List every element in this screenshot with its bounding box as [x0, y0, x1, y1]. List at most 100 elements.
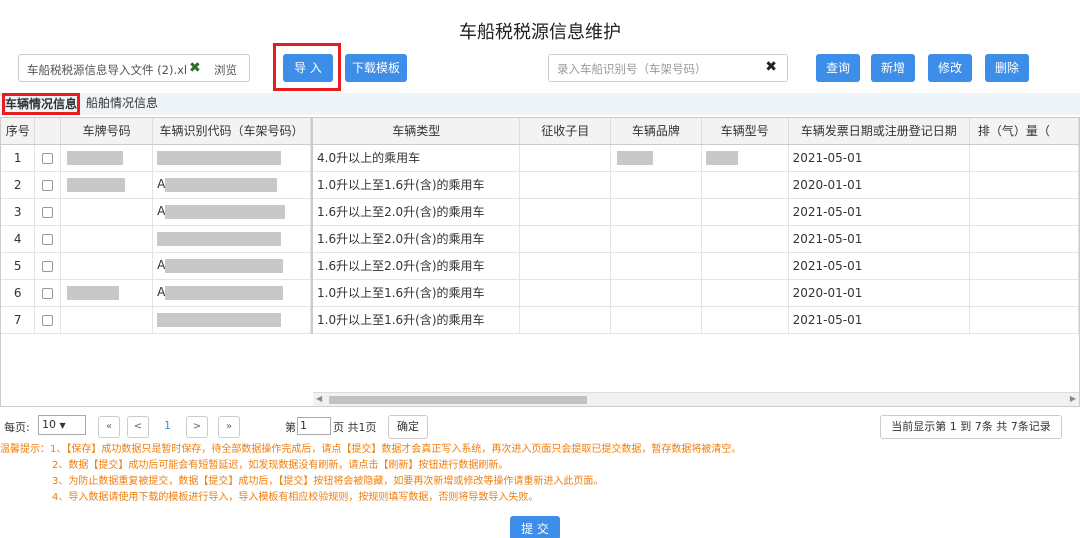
scrollbar-thumb[interactable] — [329, 396, 587, 404]
row-vin: A — [152, 279, 311, 307]
table-row[interactable]: 4.0升以上的乘用车 2021-05-01 — [313, 144, 1079, 172]
table-row[interactable]: 1.0升以上至1.6升(含)的乘用车 2020-01-01 — [313, 279, 1079, 307]
redacted-block — [165, 177, 278, 192]
redacted-block — [705, 150, 738, 165]
table-row[interactable]: 2A — [1, 171, 311, 199]
table-row[interactable]: 1.0升以上至1.6升(含)的乘用车 2020-01-01 — [313, 171, 1079, 199]
table-row[interactable]: 1.0升以上至1.6升(含)的乘用车 2021-05-01 — [313, 306, 1079, 334]
clear-search-icon[interactable]: ✖ — [765, 59, 777, 75]
table-row[interactable]: 7 — [1, 306, 311, 334]
row-date: 2020-01-01 — [788, 171, 970, 199]
row-select[interactable] — [34, 252, 62, 280]
header-plate[interactable]: 车牌号码 — [60, 118, 154, 145]
row-seq: 4 — [1, 225, 36, 253]
row-tax-item — [519, 306, 612, 334]
header-model[interactable]: 车辆型号 — [701, 118, 789, 145]
redacted-block — [165, 285, 284, 300]
vin-prefix: A — [157, 285, 166, 300]
page-size-select[interactable]: 10 ▼ — [38, 415, 86, 435]
query-button[interactable]: 查询 — [816, 54, 860, 82]
scroll-right-arrow-icon[interactable]: ▶ — [1070, 394, 1076, 403]
horizontal-scrollbar[interactable]: ◀ ▶ — [313, 392, 1079, 406]
row-checkbox[interactable] — [42, 152, 54, 164]
tab-bar: 车辆情况信息 船舶情况信息 — [0, 93, 1080, 115]
table-row[interactable]: 1.6升以上至2.0升(含)的乘用车 2021-05-01 — [313, 198, 1079, 226]
row-checkbox[interactable] — [42, 233, 54, 245]
row-displacement — [969, 198, 1079, 226]
edit-button[interactable]: 修改 — [928, 54, 972, 82]
redacted-block — [157, 150, 282, 165]
table-row[interactable]: 6A — [1, 279, 311, 307]
chevron-down-icon: ▼ — [59, 421, 66, 430]
row-checkbox[interactable] — [42, 206, 54, 218]
vin-search-input[interactable] — [557, 60, 757, 77]
table-row[interactable]: 3A — [1, 198, 311, 226]
first-page-button[interactable]: « — [98, 416, 120, 438]
row-plate — [60, 306, 154, 334]
header-brand[interactable]: 车辆品牌 — [610, 118, 702, 145]
row-model — [701, 225, 789, 253]
header-tax-item[interactable]: 征收子目 — [519, 118, 612, 145]
last-page-button[interactable]: » — [218, 416, 240, 438]
table-row[interactable]: 1.6升以上至2.0升(含)的乘用车 2021-05-01 — [313, 225, 1079, 253]
row-select[interactable] — [34, 306, 62, 334]
table-row[interactable]: 5A — [1, 252, 311, 280]
row-vehicle-type: 1.6升以上至2.0升(含)的乘用车 — [313, 225, 521, 253]
row-tax-item — [519, 279, 612, 307]
header-displacement[interactable]: 排（气）量（ — [969, 118, 1079, 145]
tab-vehicle-info[interactable]: 车辆情况信息 — [2, 93, 80, 115]
header-vin[interactable]: 车辆识别代码（车架号码） — [152, 118, 311, 145]
import-file-field[interactable]: 车船税税源信息导入文件 (2).xl ✖ 浏览 — [18, 54, 250, 82]
row-brand — [610, 171, 702, 199]
submit-button[interactable]: 提 交 — [510, 516, 560, 538]
prev-page-button[interactable]: < — [127, 416, 149, 438]
row-vehicle-type: 1.0升以上至1.6升(含)的乘用车 — [313, 171, 521, 199]
record-count-info: 当前显示第 1 到 7条 共 7条记录 — [880, 415, 1062, 439]
redacted-block — [157, 231, 282, 246]
delete-button[interactable]: 删除 — [985, 54, 1029, 82]
vehicle-data-grid: 序号 车牌号码 车辆识别代码（车架号码） 12A3A45A6A7 车辆类型 征收… — [0, 117, 1080, 407]
goto-page-input[interactable]: 1 — [297, 417, 331, 435]
row-checkbox[interactable] — [42, 314, 54, 326]
header-select-all[interactable] — [34, 118, 62, 145]
row-date: 2021-05-01 — [788, 198, 970, 226]
row-model — [701, 279, 789, 307]
row-seq: 1 — [1, 144, 36, 172]
row-checkbox[interactable] — [42, 260, 54, 272]
tip-line: 4、导入数据请使用下载的模板进行导入，导入模板有相应校验规则，按规则填写数据，否… — [52, 492, 539, 503]
row-select[interactable] — [34, 279, 62, 307]
header-date[interactable]: 车辆发票日期或注册登记日期 — [788, 118, 970, 145]
table-row[interactable]: 1.6升以上至2.0升(含)的乘用车 2021-05-01 — [313, 252, 1079, 280]
row-brand — [610, 144, 702, 172]
scroll-left-arrow-icon[interactable]: ◀ — [316, 394, 322, 403]
row-plate — [60, 198, 154, 226]
redacted-block — [67, 177, 126, 192]
browse-button[interactable]: 浏览 — [214, 62, 237, 78]
add-button[interactable]: 新增 — [871, 54, 915, 82]
import-file-name: 车船税税源信息导入文件 (2).xl — [27, 63, 188, 77]
row-select[interactable] — [34, 198, 62, 226]
clear-file-icon[interactable]: ✖ — [189, 60, 201, 76]
next-page-button[interactable]: > — [186, 416, 208, 438]
download-template-button[interactable]: 下载模板 — [345, 54, 407, 82]
goto-confirm-button[interactable]: 确定 — [388, 415, 428, 439]
import-button[interactable]: 导 入 — [283, 54, 333, 82]
redacted-block — [157, 312, 282, 327]
row-brand — [610, 279, 702, 307]
grid-scroll-columns: 车辆类型 征收子目 车辆品牌 车辆型号 车辆发票日期或注册登记日期 排（气）量（… — [313, 118, 1079, 334]
row-checkbox[interactable] — [42, 287, 54, 299]
header-vehicle-type[interactable]: 车辆类型 — [313, 118, 521, 145]
row-select[interactable] — [34, 171, 62, 199]
row-tax-item — [519, 252, 612, 280]
row-vin: A — [152, 198, 311, 226]
row-select[interactable] — [34, 225, 62, 253]
tab-ship-info[interactable]: 船舶情况信息 — [86, 93, 158, 115]
current-page-number[interactable]: 1 — [164, 419, 171, 432]
row-checkbox[interactable] — [42, 179, 54, 191]
pagination: 每页: 10 ▼ « < 1 > » 第 1 页 共1页 确定 当前显示第 1 … — [0, 414, 1080, 440]
row-select[interactable] — [34, 144, 62, 172]
table-row[interactable]: 4 — [1, 225, 311, 253]
table-row[interactable]: 1 — [1, 144, 311, 172]
row-plate — [60, 279, 154, 307]
row-model — [701, 252, 789, 280]
